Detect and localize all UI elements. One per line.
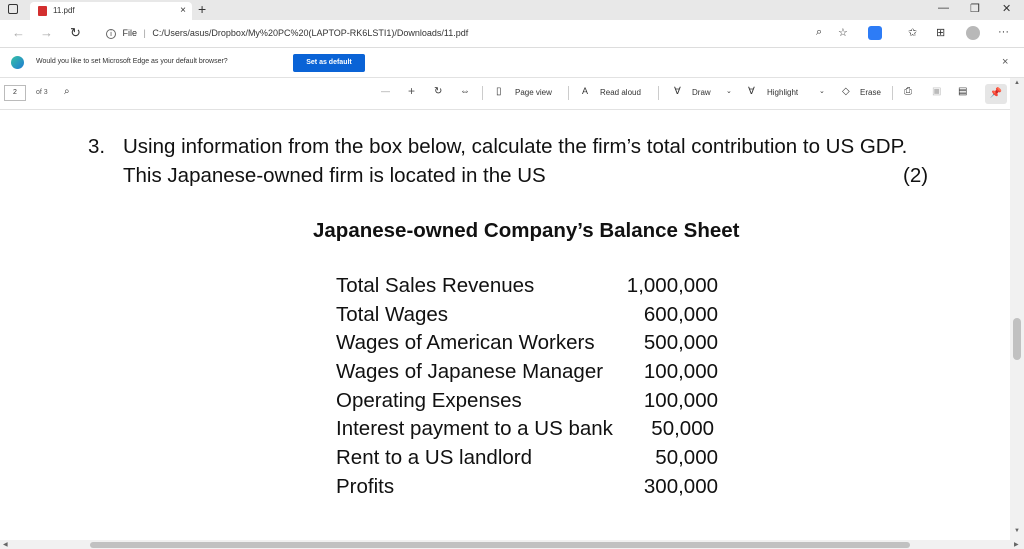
- question-marks: (2): [903, 164, 929, 187]
- favorites-icon[interactable]: ✩: [908, 26, 917, 39]
- row-value: 600,000: [643, 302, 718, 326]
- save-as-icon[interactable]: ▤: [958, 86, 967, 97]
- url-scheme: File: [122, 28, 138, 38]
- draw-icon: ∀: [674, 86, 681, 97]
- row-label: Total Sales Revenues: [336, 274, 535, 297]
- table-row: Rent to a US landlord 50,000: [336, 446, 718, 475]
- set-default-button[interactable]: Set as default: [293, 54, 365, 72]
- row-value: 100,000: [643, 360, 718, 384]
- zoom-out-button[interactable]: —: [381, 86, 390, 96]
- extension-icon[interactable]: [868, 26, 882, 40]
- eraser-icon: ◇: [842, 86, 850, 97]
- horizontal-scrollbar[interactable]: ◀ ▶: [0, 540, 1024, 549]
- save-icon[interactable]: ▣: [932, 86, 941, 97]
- table-row: Wages of American Workers 500,000: [336, 331, 718, 360]
- zoom-in-button[interactable]: +: [408, 84, 415, 98]
- rotate-icon[interactable]: ↻: [434, 86, 442, 97]
- vertical-scrollbar[interactable]: ▲ ▼: [1010, 78, 1024, 540]
- default-browser-infobar: Would you like to set Microsoft Edge as …: [0, 48, 1024, 78]
- toolbar-divider: [658, 86, 659, 100]
- info-icon[interactable]: i: [106, 29, 116, 39]
- row-label: Total Wages: [336, 302, 449, 326]
- erase-button[interactable]: Erase: [860, 88, 881, 97]
- url-text: C:/Users/asus/Dropbox/My%20PC%20(LAPTOP-…: [152, 28, 469, 38]
- tab-close-button[interactable]: ×: [180, 5, 186, 16]
- scroll-up-arrow-icon[interactable]: ▲: [1014, 80, 1020, 86]
- address-field[interactable]: i File | C:/Users/asus/Dropbox/My%20PC%2…: [98, 24, 858, 44]
- question-text-line-2: This Japanese-owned firm is located in t…: [123, 164, 546, 187]
- read-aloud-icon: A: [582, 86, 589, 96]
- row-label: Rent to a US landlord: [336, 446, 533, 470]
- row-label: Operating Expenses: [336, 388, 522, 412]
- search-icon[interactable]: ⌕: [64, 86, 70, 97]
- page-view-icon: ▯: [496, 86, 502, 97]
- read-aloud-button[interactable]: Read aloud: [600, 88, 641, 97]
- row-value: 50,000: [651, 417, 714, 441]
- reload-icon[interactable]: ↻: [70, 25, 81, 41]
- toolbar-divider: [892, 86, 893, 100]
- highlight-button[interactable]: Highlight: [767, 88, 798, 97]
- draw-dropdown-chevron-icon[interactable]: ⌄: [726, 87, 732, 95]
- table-row: Operating Expenses 100,000: [336, 389, 718, 418]
- close-window-button[interactable]: ✕: [1002, 2, 1011, 15]
- page-number-input[interactable]: 2: [4, 85, 26, 101]
- row-value: 1,000,000: [626, 274, 718, 297]
- tab-strip: 11.pdf × + — ❐ ✕: [0, 0, 1024, 20]
- tab-actions-icon[interactable]: [8, 4, 18, 14]
- tab-title: 11.pdf: [53, 6, 75, 15]
- draw-button[interactable]: Draw: [692, 88, 711, 97]
- forward-arrow-icon[interactable]: →: [40, 25, 53, 40]
- table-row: Total Wages 600,000: [336, 303, 718, 332]
- row-value: 300,000: [643, 474, 718, 498]
- new-tab-button[interactable]: +: [198, 1, 206, 17]
- balance-sheet-table: Total Sales Revenues 1,000,000 Total Wag…: [336, 274, 718, 504]
- zoom-icon[interactable]: ⌕: [816, 26, 822, 39]
- balance-sheet-heading: Japanese-owned Company’s Balance Sheet: [313, 219, 740, 242]
- scroll-down-arrow-icon[interactable]: ▼: [1014, 528, 1020, 534]
- collections-icon[interactable]: ⊞: [936, 26, 945, 39]
- pdf-page: 3. Using information from the box below,…: [0, 110, 1010, 540]
- more-options-icon[interactable]: ···: [998, 26, 1009, 38]
- pin-toolbar-icon[interactable]: 📌: [985, 84, 1007, 104]
- infobar-message: Would you like to set Microsoft Edge as …: [36, 58, 228, 65]
- pdf-file-icon: [38, 6, 47, 16]
- pdf-toolbar: 2 of 3 ⌕ — + ↻ ⇔ ▯ Page view A Read alou…: [0, 78, 1024, 110]
- row-label: Wages of American Workers: [336, 331, 595, 355]
- fit-page-icon[interactable]: ⇔: [460, 86, 470, 97]
- toolbar-divider: [568, 86, 569, 100]
- infobar-close-button[interactable]: ×: [1002, 56, 1008, 68]
- table-row: Total Sales Revenues 1,000,000: [336, 274, 718, 303]
- favorite-star-icon[interactable]: ☆: [838, 26, 848, 39]
- edge-logo-icon: [11, 56, 24, 69]
- row-value: 50,000: [655, 446, 718, 470]
- highlight-icon: ∀: [748, 86, 755, 97]
- print-icon[interactable]: ⎙: [904, 86, 912, 97]
- page-view-button[interactable]: Page view: [515, 88, 552, 97]
- highlight-dropdown-chevron-icon[interactable]: ⌄: [819, 87, 825, 95]
- profile-avatar[interactable]: [966, 26, 980, 40]
- url-separator: |: [143, 28, 146, 38]
- scroll-left-arrow-icon[interactable]: ◀: [3, 541, 8, 548]
- vertical-scroll-thumb[interactable]: [1013, 318, 1021, 360]
- page-total: of 3: [36, 89, 48, 96]
- row-label: Wages of Japanese Manager: [336, 360, 604, 384]
- row-label: Interest payment to a US bank: [336, 417, 613, 441]
- row-value: 100,000: [643, 388, 718, 412]
- question-number: 3.: [88, 135, 106, 158]
- address-bar-row: ← → ↻ i File | C:/Users/asus/Dropbox/My%…: [0, 20, 1024, 48]
- table-row: Interest payment to a US bank 50,000: [336, 417, 718, 446]
- restore-button[interactable]: ❐: [970, 2, 980, 15]
- table-row: Profits 300,000: [336, 475, 718, 504]
- row-value: 500,000: [643, 331, 718, 355]
- browser-tab[interactable]: 11.pdf ×: [30, 2, 192, 20]
- scroll-right-arrow-icon[interactable]: ▶: [1014, 541, 1019, 548]
- back-arrow-icon[interactable]: ←: [12, 25, 25, 40]
- row-label: Profits: [336, 474, 395, 498]
- minimize-button[interactable]: —: [938, 2, 949, 14]
- toolbar-divider: [482, 86, 483, 100]
- question-text-line-1: Using information from the box below, ca…: [123, 135, 908, 158]
- horizontal-scroll-thumb[interactable]: [90, 542, 910, 548]
- table-row: Wages of Japanese Manager 100,000: [336, 360, 718, 389]
